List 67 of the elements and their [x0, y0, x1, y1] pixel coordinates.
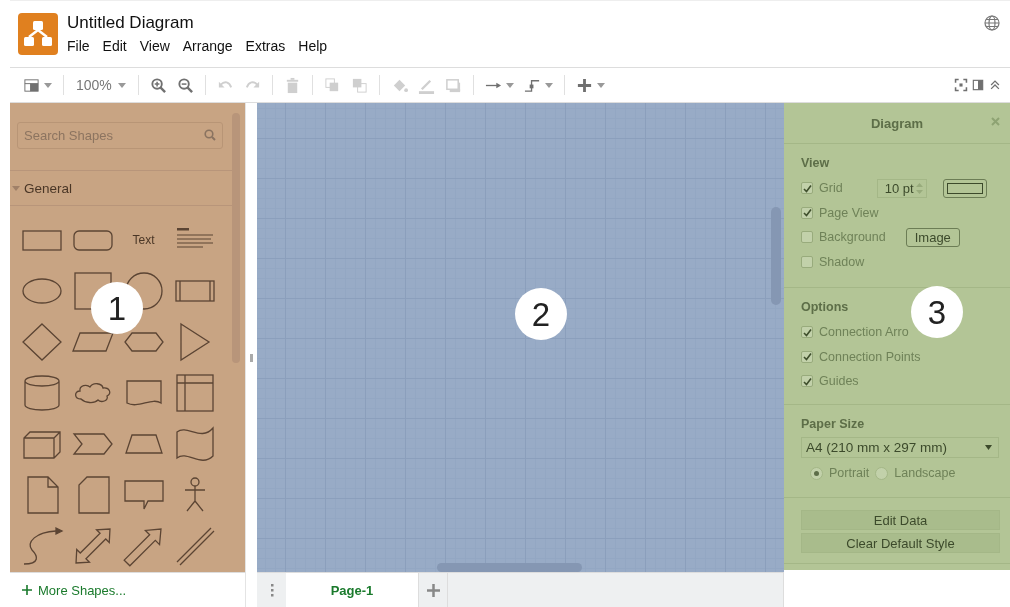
- search-field[interactable]: Search Shapes: [17, 122, 223, 149]
- globe-icon[interactable]: [984, 15, 1000, 31]
- format-panel-icon[interactable]: [23, 76, 40, 94]
- menu-item[interactable]: Extras: [245, 37, 286, 55]
- radio-button[interactable]: [810, 466, 823, 480]
- plus-icon[interactable]: [575, 76, 593, 94]
- scrollbar[interactable]: [437, 563, 582, 572]
- panel-button[interactable]: Edit Data: [801, 510, 1000, 530]
- checkbox[interactable]: [801, 182, 813, 195]
- radio-label: Portrait: [829, 466, 870, 481]
- checkbox-label: Grid: [819, 181, 843, 196]
- parallelogram-shape-icon[interactable]: [71, 331, 114, 352]
- menu-item[interactable]: Help: [298, 37, 328, 55]
- text-shape[interactable]: Text: [132, 232, 155, 247]
- menu-item[interactable]: Arrange: [182, 37, 233, 55]
- more-icon[interactable]: [269, 583, 274, 597]
- checkbox-label: Guides: [819, 374, 859, 389]
- checkbox[interactable]: [801, 255, 813, 268]
- checkbox[interactable]: [801, 206, 813, 219]
- menu-item[interactable]: Edit: [102, 37, 127, 55]
- checkbox[interactable]: [801, 326, 813, 339]
- search-icon[interactable]: [204, 129, 216, 141]
- section-title: View: [801, 156, 830, 170]
- caret-icon: [505, 82, 514, 88]
- image-button[interactable]: Image: [905, 227, 960, 247]
- page-tab[interactable]: Page-1: [286, 573, 419, 607]
- checkbox[interactable]: [801, 350, 813, 363]
- logo-icon: [18, 13, 58, 55]
- splitter-handle[interactable]: [250, 353, 253, 362]
- menu-item[interactable]: View: [139, 37, 170, 55]
- checkbox-label: Background: [819, 230, 886, 245]
- paper-size-dropdown[interactable]: A4 (210 mm x 297 mm): [801, 437, 999, 458]
- callout-badge: 1: [91, 282, 143, 334]
- caret-icon: [985, 444, 992, 450]
- caret-icon: [544, 82, 553, 88]
- radio-label: Landscape: [894, 466, 956, 481]
- callout-badge: 2: [515, 288, 567, 340]
- checkbox-label: Shadow: [819, 254, 865, 269]
- checkbox-label: Connection Arro: [819, 325, 909, 340]
- caret-icon: [44, 82, 52, 88]
- callout-badge: 3: [911, 286, 963, 338]
- panel-icon[interactable]: [971, 78, 985, 92]
- fullscreen-icon[interactable]: [954, 78, 968, 92]
- menu-item[interactable]: File: [67, 37, 90, 55]
- plus-icon[interactable]: [426, 583, 440, 597]
- checkbox-label: Page View: [819, 205, 879, 220]
- zoom-in-icon[interactable]: [149, 76, 167, 94]
- more-shapes-link[interactable]: More Shapes...: [38, 582, 127, 598]
- section-title: Options: [801, 300, 849, 314]
- section-title: Paper Size: [801, 417, 865, 431]
- hexagon-shape-icon[interactable]: [123, 331, 164, 352]
- caret-icon: [12, 185, 20, 191]
- document-title[interactable]: Untitled Diagram: [67, 13, 194, 33]
- checkbox[interactable]: [801, 375, 813, 388]
- panel-title: Diagram: [871, 115, 923, 131]
- caret-icon: [117, 82, 126, 88]
- checkbox[interactable]: [801, 231, 813, 244]
- plus-icon[interactable]: [22, 585, 32, 595]
- caret-icon: [596, 82, 605, 88]
- radio-button[interactable]: [875, 466, 889, 480]
- checkbox-label: Connection Points: [819, 349, 921, 364]
- collapse-icon[interactable]: [988, 78, 1002, 92]
- grid-color-swatch[interactable]: [942, 178, 987, 198]
- zoom-out-icon[interactable]: [176, 76, 194, 94]
- panel-button[interactable]: Clear Default Style: [801, 533, 1000, 553]
- grid-size-field[interactable]: 10 pt: [876, 178, 927, 198]
- zoom-dropdown[interactable]: 100%: [70, 77, 132, 93]
